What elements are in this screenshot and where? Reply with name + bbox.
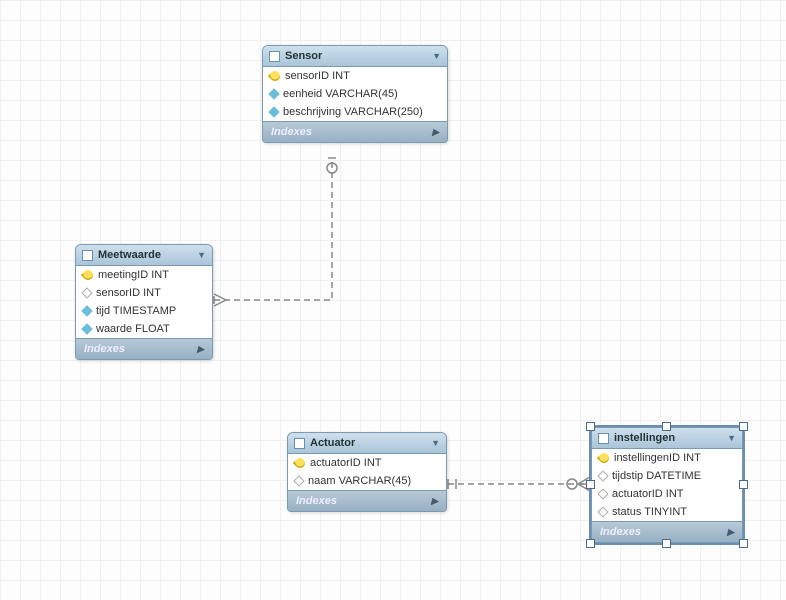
column-row[interactable]: waarde FLOAT (76, 320, 212, 338)
primary-key-icon (293, 456, 307, 470)
indexes-section[interactable]: Indexes ▶ (288, 490, 446, 511)
column-text: actuatorID INT (612, 488, 684, 500)
indexes-section[interactable]: Indexes ▶ (263, 121, 447, 142)
selection-handle[interactable] (739, 422, 748, 431)
table-icon (82, 250, 93, 261)
columns-list: instellingenID INT tijdstip DATETIME actua… (592, 449, 742, 521)
column-text: actuatorID INT (310, 457, 382, 469)
column-row[interactable]: sensorID INT (76, 284, 212, 302)
columns-list: meetingID INT sensorID INT tijd TIMESTAMP w… (76, 266, 212, 338)
indexes-label: Indexes (296, 495, 337, 507)
table-title: Sensor (285, 50, 322, 62)
column-row[interactable]: tijdstip DATETIME (592, 467, 742, 485)
column-row[interactable]: naam VARCHAR(45) (288, 472, 446, 490)
column-text: tijdstip DATETIME (612, 470, 701, 482)
column-text: sensorID INT (96, 287, 161, 299)
expand-icon[interactable]: ▶ (727, 527, 734, 538)
collapse-icon[interactable]: ▼ (431, 438, 440, 448)
column-row[interactable]: beschrijving VARCHAR(250) (263, 103, 447, 121)
selection-handle[interactable] (739, 480, 748, 489)
table-icon (294, 438, 305, 449)
table-meetwaarde[interactable]: Meetwaarde ▼ meetingID INT sensorID INT ti… (75, 244, 213, 360)
primary-key-icon (597, 451, 611, 465)
expand-icon[interactable]: ▶ (432, 127, 439, 138)
indexes-label: Indexes (271, 126, 312, 138)
column-row[interactable]: actuatorID INT (288, 454, 446, 472)
table-header[interactable]: Meetwaarde ▼ (76, 245, 212, 266)
primary-key-icon (268, 69, 282, 83)
table-header[interactable]: Sensor ▼ (263, 46, 447, 67)
column-text: meetingID INT (98, 269, 169, 281)
primary-key-icon (81, 268, 95, 282)
column-text: status TINYINT (612, 506, 687, 518)
selection-handle[interactable] (739, 539, 748, 548)
column-text: sensorID INT (285, 70, 350, 82)
column-row[interactable]: actuatorID INT (592, 485, 742, 503)
column-text: tijd TIMESTAMP (96, 305, 176, 317)
table-title: Actuator (310, 437, 355, 449)
column-icon (597, 506, 608, 517)
collapse-icon[interactable]: ▼ (432, 51, 441, 61)
column-row[interactable]: sensorID INT (263, 67, 447, 85)
selection-handle[interactable] (662, 422, 671, 431)
expand-icon[interactable]: ▶ (197, 344, 204, 355)
column-text: eenheid VARCHAR(45) (283, 88, 398, 100)
table-title: instellingen (614, 432, 675, 444)
table-actuator[interactable]: Actuator ▼ actuatorID INT naam VARCHAR(45… (287, 432, 447, 512)
indexes-label: Indexes (600, 526, 641, 538)
column-icon (81, 305, 92, 316)
table-title: Meetwaarde (98, 249, 161, 261)
column-row[interactable]: status TINYINT (592, 503, 742, 521)
expand-icon[interactable]: ▶ (431, 496, 438, 507)
column-text: beschrijving VARCHAR(250) (283, 106, 423, 118)
column-row[interactable]: eenheid VARCHAR(45) (263, 85, 447, 103)
column-row[interactable]: meetingID INT (76, 266, 212, 284)
column-text: naam VARCHAR(45) (308, 475, 411, 487)
selection-handle[interactable] (586, 480, 595, 489)
indexes-label: Indexes (84, 343, 125, 355)
selection-handle[interactable] (586, 539, 595, 548)
column-icon (268, 88, 279, 99)
column-row[interactable]: instellingenID INT (592, 449, 742, 467)
column-icon (81, 323, 92, 334)
selection-handle[interactable] (586, 422, 595, 431)
column-icon (293, 475, 304, 486)
collapse-icon[interactable]: ▼ (197, 250, 206, 260)
columns-list: actuatorID INT naam VARCHAR(45) (288, 454, 446, 490)
column-icon (597, 470, 608, 481)
indexes-section[interactable]: Indexes ▶ (76, 338, 212, 359)
table-header[interactable]: instellingen ▼ (592, 428, 742, 449)
column-text: instellingenID INT (614, 452, 701, 464)
column-icon (597, 488, 608, 499)
columns-list: sensorID INT eenheid VARCHAR(45) beschrijv… (263, 67, 447, 121)
column-row[interactable]: tijd TIMESTAMP (76, 302, 212, 320)
column-icon (268, 106, 279, 117)
collapse-icon[interactable]: ▼ (727, 433, 736, 443)
table-sensor[interactable]: Sensor ▼ sensorID INT eenheid VARCHAR(45)… (262, 45, 448, 143)
column-icon (81, 287, 92, 298)
table-icon (269, 51, 280, 62)
table-icon (598, 433, 609, 444)
column-text: waarde FLOAT (96, 323, 170, 335)
table-instellingen[interactable]: instellingen ▼ instellingenID INT tijdsti… (591, 427, 743, 543)
selection-handle[interactable] (662, 539, 671, 548)
table-header[interactable]: Actuator ▼ (288, 433, 446, 454)
